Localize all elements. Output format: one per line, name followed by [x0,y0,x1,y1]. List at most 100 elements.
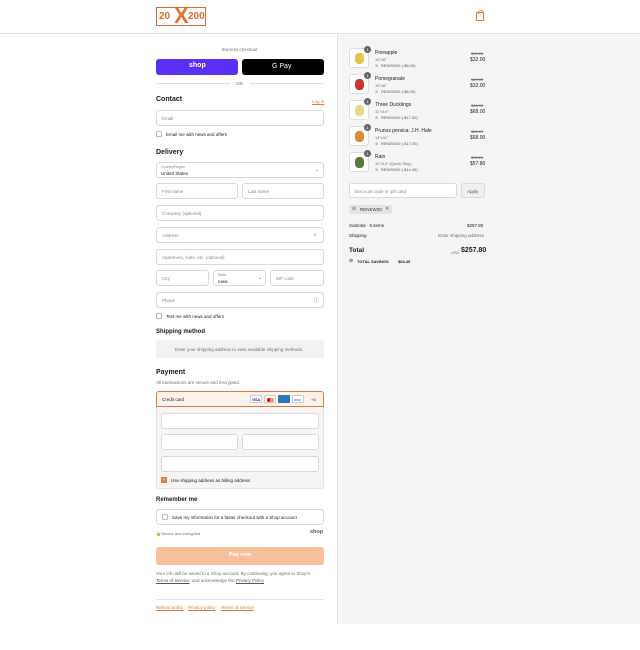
product-name: Prunus persica: J.H. Hale [375,128,432,134]
first-name-field[interactable]: First name [156,183,238,199]
email-field[interactable]: Email [156,110,324,126]
privacy-policy-link[interactable]: Privacy policy [188,605,216,610]
save-info-option[interactable]: Save my information for a faster checkou… [156,509,324,525]
item-price: $68.00 [470,109,486,115]
quantity-badge: 1 [364,124,371,131]
product-image [355,105,364,116]
name-on-card-field[interactable] [161,456,319,472]
savings-label: TOTAL SAVINGS [357,259,389,264]
company-placeholder: Company (optional) [162,211,202,216]
pay-now-label: Pay now [229,552,252,558]
tag-icon: ⊘ [352,206,357,212]
store-logo[interactable]: 20 X 200 [156,5,206,27]
google-pay-label: G Pay [272,63,292,70]
shop-pay-button[interactable]: shop [156,59,238,75]
shipping-label: Shipping [349,233,367,238]
security-code-field[interactable] [242,434,319,450]
first-name-placeholder: First name [162,189,184,194]
product-thumbnail: 1 [349,72,371,94]
original-price: $72.25 [471,155,484,160]
logo-right-number: 200 [188,11,205,22]
privacy-link[interactable]: Privacy Policy [236,578,264,583]
item-price: $32.00 [470,57,486,63]
address-field[interactable]: Address ⌕ [156,227,324,243]
product-discount: RENEW20 (-$17.00) [381,115,418,120]
product-image [355,131,364,142]
pay-now-button[interactable]: Pay now [156,547,324,565]
product-thumbnail: 1 [349,46,371,68]
divider-left [156,83,230,84]
product-name: Rain [375,154,386,160]
chevron-down-icon: ⌄ [315,167,320,173]
shop-logo: shop [310,529,324,535]
legal-and: and acknowledge the [192,578,235,583]
phone-placeholder: Phone [162,298,176,303]
sms-checkbox[interactable] [156,313,162,319]
shop-pay-label: shop [189,62,206,69]
quantity-badge: 1 [364,150,371,157]
billing-same-checkbox[interactable]: ✓ [161,477,167,483]
shipping-value: Enter shipping address [438,233,485,238]
address-placeholder: Address [162,233,179,238]
quantity-badge: 1 [364,46,371,53]
country-value: United States [161,171,189,176]
divider-right [250,83,324,84]
help-icon[interactable]: ⓘ [314,297,319,304]
apartment-placeholder: Apartment, suite, etc. (optional) [162,255,225,260]
sms-label: Text me with news and offers [166,314,224,319]
discount-input[interactable]: Discount code or gift card [349,183,457,198]
remove-code-icon[interactable]: ✕ [385,206,389,212]
expiration-field[interactable] [161,434,238,450]
save-info-checkbox[interactable] [162,514,168,520]
last-name-placeholder: Last name [248,189,270,194]
phone-field[interactable]: Phone ⓘ [156,292,324,308]
country-select[interactable]: Country/Region United States ⌄ [156,162,324,178]
company-field[interactable]: Company (optional) [156,205,324,221]
zip-placeholder: ZIP code [276,276,294,281]
product-name: Three Ducklings [375,102,412,108]
apply-button[interactable]: Apply [461,183,485,198]
chevron-down-icon: ⌄ [258,275,263,281]
product-thumbnail: 1 [349,124,371,146]
product-name: Pomegranate [375,76,406,82]
google-pay-button[interactable]: G Pay [242,59,324,75]
savings-icon: ⊘ [349,258,354,264]
apartment-field[interactable]: Apartment, suite, etc. (optional) [156,249,324,265]
quantity-badge: 1 [364,72,371,79]
terms-link[interactable]: Terms of Service [156,578,190,583]
tag-icon: ⊘ [375,167,379,172]
refund-policy-link[interactable]: Refund policy [156,605,183,610]
product-size: 15"x8" [375,57,387,62]
shipping-message: Enter your shipping address to view avai… [175,347,304,352]
last-name-field[interactable]: Last name [242,183,324,199]
credit-card-option[interactable]: Credit card VISA DISC +3 [156,391,324,407]
currency: USD [451,250,460,255]
tag-icon: ⊘ [375,115,379,120]
credit-card-label: Credit card [162,397,185,402]
card-number-field[interactable] [161,413,319,429]
shipping-method-heading: Shipping method [156,329,205,335]
legal-line-1: Your info will be saved to a Shop accoun… [156,571,311,576]
state-label: State [218,273,227,277]
login-link[interactable]: Log in [312,99,324,104]
state-select[interactable]: State Iowa ⌄ [213,270,266,286]
item-price: $68.00 [470,135,486,141]
product-image [355,79,364,90]
zip-field[interactable]: ZIP code [270,270,324,286]
original-price: $85.00 [471,129,484,134]
terms-of-service-link[interactable]: Terms of service [221,605,254,610]
product-thumbnail: 1 [349,150,371,172]
state-value: Iowa [218,279,228,284]
apply-label: Apply [467,189,479,194]
header: 20 X 200 [0,0,640,34]
contact-heading: Contact [156,96,183,103]
original-price: $40.00 [471,51,484,56]
total-value: $257.80 [461,247,487,254]
original-price: $40.00 [471,77,484,82]
city-field[interactable]: City [156,270,209,286]
shopping-bag-icon[interactable] [476,10,484,21]
product-size: 15"x8" [375,83,387,88]
mastercard-icon [264,395,276,403]
newsletter-checkbox[interactable] [156,131,162,137]
product-size: 14"x11" [375,135,389,140]
